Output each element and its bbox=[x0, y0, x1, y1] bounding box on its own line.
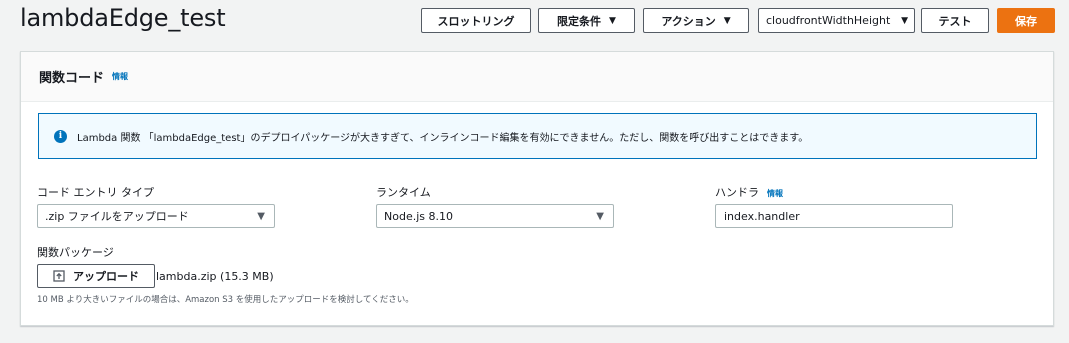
upload-icon bbox=[53, 270, 65, 282]
qualifiers-label: 限定条件 bbox=[557, 14, 602, 28]
handler-label-row: ハンドラ 情報 bbox=[715, 184, 783, 200]
code-entry-type-select[interactable]: .zip ファイルをアップロード ▼ bbox=[37, 204, 275, 228]
qualifiers-dropdown[interactable]: 限定条件 ▼ bbox=[538, 8, 635, 33]
handler-input[interactable]: index.handler bbox=[715, 204, 953, 228]
info-icon: i bbox=[54, 129, 67, 143]
save-label: 保存 bbox=[1015, 14, 1037, 28]
actions-label: アクション bbox=[661, 14, 716, 28]
caret-down-icon: ▼ bbox=[596, 210, 604, 222]
package-label: 関数パッケージ bbox=[37, 246, 114, 259]
actions-dropdown[interactable]: アクション ▼ bbox=[643, 8, 749, 33]
file-name: lambda.zip (15.3 MB) bbox=[156, 270, 274, 283]
throttle-button[interactable]: スロットリング bbox=[421, 8, 531, 33]
info-link[interactable]: 情報 bbox=[112, 71, 128, 82]
info-alert: i Lambda 関数 「lambdaEdge_test」のデプロイパッケージが… bbox=[38, 113, 1037, 159]
handler-info-link[interactable]: 情報 bbox=[767, 189, 783, 198]
code-entry-label: コード エントリ タイプ bbox=[37, 186, 154, 199]
code-entry-value: .zip ファイルをアップロード bbox=[45, 210, 189, 223]
runtime-select[interactable]: Node.js 8.10 ▼ bbox=[376, 204, 614, 228]
runtime-label: ランタイム bbox=[376, 186, 431, 199]
function-code-panel: 関数コード 情報 i Lambda 関数 「lambdaEdge_test」のデ… bbox=[20, 51, 1054, 326]
panel-title: 関数コード bbox=[39, 71, 105, 86]
caret-down-icon: ▼ bbox=[723, 15, 731, 26]
panel-header: 関数コード 情報 bbox=[21, 52, 1053, 102]
handler-value: index.handler bbox=[724, 209, 800, 223]
size-hint: 10 MB より大きいファイルの場合は、Amazon S3 を使用したアップロー… bbox=[37, 295, 414, 305]
caret-down-icon: ▼ bbox=[609, 15, 616, 26]
upload-button[interactable]: アップロード bbox=[37, 264, 155, 288]
test-button[interactable]: テスト bbox=[921, 8, 989, 33]
throttle-label: スロットリング bbox=[437, 14, 515, 28]
toolbar: スロットリング 限定条件 ▼ アクション ▼ cloudfrontWidthHe… bbox=[18, 8, 1055, 33]
save-button[interactable]: 保存 bbox=[997, 8, 1055, 33]
upload-label: アップロード bbox=[73, 270, 139, 283]
test-event-select[interactable]: cloudfrontWidthHeight ▼ bbox=[758, 8, 915, 33]
test-label: テスト bbox=[938, 14, 972, 28]
caret-down-icon: ▼ bbox=[901, 15, 908, 26]
alert-text: Lambda 関数 「lambdaEdge_test」のデプロイパッケージが大き… bbox=[77, 132, 809, 144]
test-event-value: cloudfrontWidthHeight bbox=[766, 14, 891, 27]
runtime-value: Node.js 8.10 bbox=[384, 209, 453, 223]
caret-down-icon: ▼ bbox=[257, 210, 265, 222]
handler-label: ハンドラ bbox=[715, 186, 759, 199]
